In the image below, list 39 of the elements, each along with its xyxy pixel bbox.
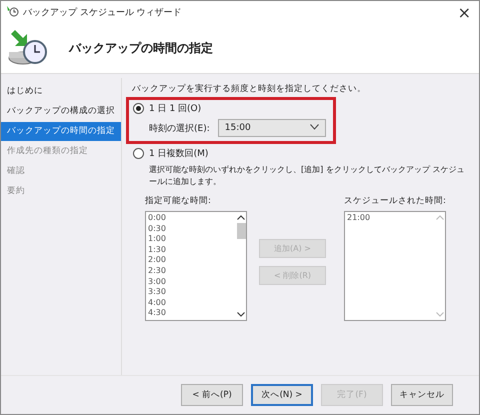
time-list-item[interactable]: 3:00 xyxy=(148,276,234,288)
window-title: バックアップ スケジュール ウィザード xyxy=(23,6,183,18)
radio-label: 1 日複数回(M) xyxy=(149,148,208,160)
time-list-item[interactable]: 21:00 xyxy=(347,213,433,224)
time-list-item[interactable]: 1:30 xyxy=(148,244,234,256)
scroll-thumb[interactable] xyxy=(236,223,246,239)
instruction-text: バックアップを実行する頻度と時刻を指定してください。 xyxy=(132,83,367,95)
wizard-button[interactable]: 次へ(N) > xyxy=(251,384,313,406)
time-dropdown[interactable]: 15:00 xyxy=(218,119,326,137)
time-list-item[interactable]: 4:30 xyxy=(148,308,234,319)
radio-button[interactable] xyxy=(133,148,144,159)
time-list-item[interactable]: 0:30 xyxy=(148,224,234,234)
scroll-up-icon[interactable] xyxy=(237,215,245,220)
time-list-item[interactable]: 3:30 xyxy=(148,287,234,298)
time-listbox[interactable]: 0:00 0:30 1:00 1:30 2:00 2:30 3:00 3:30 4:00 4:30 xyxy=(145,211,247,321)
app-icon xyxy=(6,4,20,20)
wizard-button[interactable]: キャンセル xyxy=(391,384,453,406)
time-list-item[interactable]: 0:00 xyxy=(148,213,234,224)
wizard-step[interactable]: バックアップの構成の選択 xyxy=(1,102,121,121)
description-text: 選択可能な時刻のいずれかをクリックし、[追加] をクリックしてバックアップ スケジュールに追加します。 xyxy=(149,164,466,188)
radio-option[interactable]: 1 日複数回(M) xyxy=(133,147,473,160)
time-list-item[interactable]: 4:00 xyxy=(148,298,234,308)
wizard-step[interactable]: バックアップの時間の指定 xyxy=(1,122,121,141)
wizard-step[interactable]: はじめに xyxy=(1,82,121,101)
page-title: バックアップの時間の指定 xyxy=(69,40,213,56)
field-label: 時刻の選択(E): xyxy=(149,122,210,134)
time-list-item[interactable]: 1:00 xyxy=(148,234,234,245)
radio-option[interactable]: 1 日 1 回(O) xyxy=(133,102,329,115)
dropdown-value: 15:00 xyxy=(224,123,251,133)
list-label: 指定可能な時間: xyxy=(145,195,212,207)
list-label: スケジュールされた時間: xyxy=(344,195,446,207)
time-list-item[interactable]: 2:30 xyxy=(148,266,234,277)
time-listbox[interactable]: 21:00 xyxy=(344,211,446,321)
time-list-item[interactable]: 2:00 xyxy=(148,255,234,266)
wizard-button[interactable]: < 前へ(P) xyxy=(181,384,243,406)
close-button[interactable]: × xyxy=(450,1,479,23)
radio-label: 1 日 1 回(O) xyxy=(149,103,202,115)
scroll-down-icon[interactable] xyxy=(237,312,245,317)
radio-button[interactable] xyxy=(133,103,144,114)
